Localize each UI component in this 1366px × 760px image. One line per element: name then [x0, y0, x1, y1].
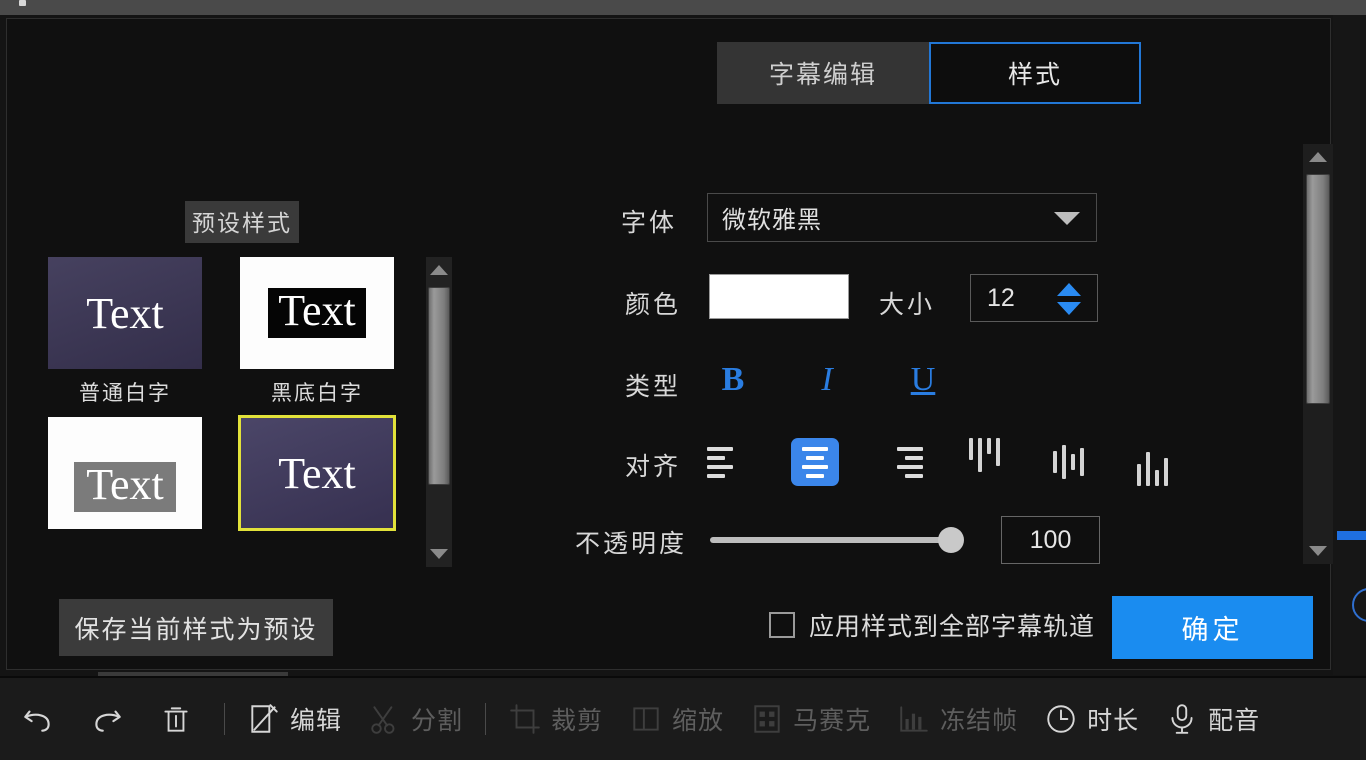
- toolbar-item-edit[interactable]: 编辑: [234, 689, 355, 749]
- tab-subtitle-edit[interactable]: 字幕编辑: [717, 42, 929, 104]
- opacity-label: 不透明度: [575, 524, 687, 560]
- scroll-up-icon[interactable]: [1303, 146, 1333, 168]
- preset-row: Text Text: [48, 417, 418, 537]
- toolbar-item-split[interactable]: 分割: [355, 689, 476, 749]
- toolbar-item-freeze-frame[interactable]: 冻结帧: [884, 689, 1031, 749]
- host-window-topbar: [0, 0, 1366, 15]
- preset-item-4[interactable]: Text: [240, 417, 394, 537]
- host-right-pane: [1333, 15, 1366, 675]
- toolbar-label: 缩放: [672, 701, 724, 737]
- style-panel-scrollbar[interactable]: [1303, 144, 1333, 564]
- toolbar-item-duration[interactable]: 时长: [1031, 689, 1152, 749]
- bottom-toolbar: 编辑 分割 裁剪 缩放: [0, 678, 1366, 760]
- opacity-slider[interactable]: [710, 530, 964, 550]
- screen: 字幕编辑 样式 预设样式 Text 普通白字 Text 黑底白字: [0, 0, 1366, 760]
- scale-icon: [629, 702, 663, 736]
- freeze-frame-icon: [897, 702, 931, 736]
- scroll-down-icon[interactable]: [1303, 540, 1333, 562]
- host-indicator-dot: [19, 0, 26, 6]
- preset-list-scrollbar[interactable]: [426, 257, 452, 567]
- toolbar-item-scale[interactable]: 缩放: [616, 689, 737, 749]
- scroll-up-icon[interactable]: [426, 259, 452, 281]
- slider-track: [710, 537, 950, 543]
- dialog-tabs: 字幕编辑 样式: [717, 42, 1141, 104]
- clock-icon: [1044, 702, 1078, 736]
- toolbar-item-redo[interactable]: [77, 689, 146, 749]
- redo-icon: [90, 702, 124, 736]
- preset-row: Text 普通白字 Text 黑底白字: [48, 257, 418, 407]
- align-bottom-icon[interactable]: [1128, 438, 1176, 486]
- preset-thumbnail: Text: [240, 257, 394, 369]
- preset-thumbnail: Text: [240, 417, 394, 529]
- scrollbar-thumb[interactable]: [1306, 174, 1330, 404]
- preset-sample-text: Text: [268, 288, 366, 338]
- edit-icon: [247, 702, 281, 736]
- align-label: 对齐: [625, 447, 681, 483]
- microphone-icon: [1165, 702, 1199, 736]
- toolbar-label: 裁剪: [551, 701, 603, 737]
- save-style-as-preset-button[interactable]: 保存当前样式为预设: [59, 599, 333, 656]
- underline-button[interactable]: U: [903, 361, 943, 399]
- scroll-down-icon[interactable]: [426, 543, 452, 565]
- checkbox-box[interactable]: [769, 612, 795, 638]
- preset-item-1[interactable]: Text 普通白字: [48, 257, 202, 407]
- font-select[interactable]: 微软雅黑: [707, 193, 1097, 242]
- stepper-arrows[interactable]: [1057, 281, 1083, 317]
- toolbar-label: 时长: [1087, 701, 1139, 737]
- preset-item-2[interactable]: Text 黑底白字: [240, 257, 394, 407]
- undo-icon: [21, 702, 55, 736]
- font-label: 字体: [621, 203, 677, 239]
- toolbar-divider: [485, 703, 486, 735]
- stepper-down-icon[interactable]: [1057, 302, 1081, 315]
- opacity-value-input[interactable]: 100: [1001, 516, 1100, 564]
- font-size-value: 12: [987, 284, 1015, 313]
- toolbar-label: 编辑: [290, 701, 342, 737]
- scissors-icon: [368, 702, 402, 736]
- toolbar-label: 配音: [1208, 701, 1260, 737]
- type-label: 类型: [625, 367, 681, 403]
- toolbar-label: 马赛克: [793, 701, 871, 737]
- color-swatch[interactable]: [709, 274, 849, 319]
- mosaic-icon: [750, 702, 784, 736]
- toolbar-label: 冻结帧: [940, 701, 1018, 737]
- preset-label: 黑底白字: [240, 377, 394, 407]
- align-top-icon[interactable]: [960, 438, 1008, 486]
- toolbar-label: 分割: [411, 701, 463, 737]
- preset-item-3[interactable]: Text: [48, 417, 202, 537]
- toolbar-item-delete[interactable]: [146, 689, 215, 749]
- preset-thumbnail: Text: [48, 417, 202, 529]
- align-middle-icon[interactable]: [1044, 438, 1092, 486]
- toolbar-item-dubbing[interactable]: 配音: [1152, 689, 1273, 749]
- tab-style[interactable]: 样式: [929, 42, 1141, 104]
- subtitle-style-dialog: 字幕编辑 样式 预设样式 Text 普通白字 Text 黑底白字: [6, 18, 1331, 670]
- chevron-down-icon: [1054, 212, 1080, 225]
- align-right-icon[interactable]: [875, 438, 923, 486]
- confirm-button[interactable]: 确定: [1112, 596, 1313, 659]
- preset-thumbnail: Text: [48, 257, 202, 369]
- color-label: 颜色: [625, 285, 681, 321]
- align-left-icon[interactable]: [707, 438, 755, 486]
- apply-all-tracks-label: 应用样式到全部字幕轨道: [809, 607, 1095, 643]
- toolbar-divider: [224, 703, 225, 735]
- stepper-up-icon[interactable]: [1057, 283, 1081, 296]
- preset-styles-title: 预设样式: [185, 201, 299, 243]
- apply-all-tracks-checkbox[interactable]: 应用样式到全部字幕轨道: [769, 607, 1095, 643]
- font-select-value: 微软雅黑: [722, 200, 822, 235]
- font-size-stepper[interactable]: 12: [970, 274, 1098, 322]
- preset-label: 普通白字: [48, 377, 202, 407]
- toolbar-item-undo[interactable]: [8, 689, 77, 749]
- slider-knob[interactable]: [938, 527, 964, 553]
- preset-styles-grid: Text 普通白字 Text 黑底白字 Text: [48, 257, 418, 567]
- size-label: 大小: [879, 285, 935, 321]
- scrollbar-thumb[interactable]: [428, 287, 450, 485]
- bold-button[interactable]: B: [713, 361, 753, 399]
- toolbar-item-crop[interactable]: 裁剪: [495, 689, 616, 749]
- toolbar-item-mosaic[interactable]: 马赛克: [737, 689, 884, 749]
- align-center-icon[interactable]: [791, 438, 839, 486]
- preset-sample-text: Text: [74, 462, 176, 512]
- trash-icon: [159, 702, 193, 736]
- crop-icon: [508, 702, 542, 736]
- host-blue-progress-bar: [1337, 531, 1366, 540]
- italic-button[interactable]: I: [807, 361, 847, 399]
